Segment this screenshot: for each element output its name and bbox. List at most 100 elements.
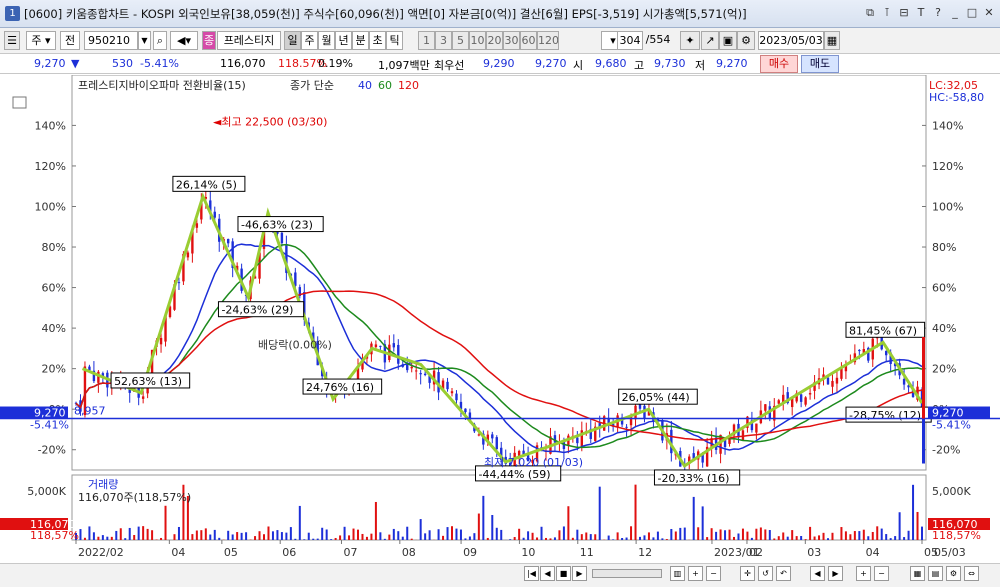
volume-bar <box>446 527 449 540</box>
period-button-second[interactable]: 초 <box>369 31 386 50</box>
settings-icon[interactable]: ⚙ <box>737 31 755 50</box>
period-button-month[interactable]: 월 <box>318 31 335 50</box>
code-input[interactable]: 950210 <box>84 31 138 50</box>
stop-icon[interactable]: ■ <box>556 566 571 581</box>
volume-bar <box>755 528 758 540</box>
window-title: [0600] 키움종합차트 - KOSPI 외국인보유[38,059(천)] 주… <box>24 7 747 21</box>
tools-icon[interactable]: ✦ <box>680 31 700 50</box>
volume-bar <box>392 528 395 540</box>
volume-bar <box>451 526 453 540</box>
layout-icon[interactable]: ▦ <box>910 566 925 581</box>
volume-bar <box>831 532 834 540</box>
period-button-minute[interactable]: 분 <box>352 31 369 50</box>
calendar-icon[interactable]: ▦ <box>824 31 840 50</box>
zoom-in-icon[interactable]: + <box>688 566 703 581</box>
volume-bar <box>97 536 100 540</box>
x-tick-label: 06 <box>282 546 296 559</box>
candle-body <box>446 381 449 390</box>
config-icon[interactable]: ⚙ <box>946 566 961 581</box>
price-chart[interactable]: 프레스티지바이오파마 전환비율(15) 종가 단순 40 60 120 LC:32,05H… <box>0 74 1000 565</box>
volume-bar <box>258 531 261 540</box>
chart-area[interactable]: 프레스티지바이오파마 전환비율(15) 종가 단순 40 60 120 LC:32,05 H… <box>0 74 1000 565</box>
y-tick-label-right: 140% <box>932 119 963 132</box>
candle-body <box>831 380 834 387</box>
y-tick-label-left: 80% <box>42 241 66 254</box>
interval-button-5[interactable]: 5 <box>452 31 469 50</box>
scroll-next-icon[interactable]: ▶ <box>572 566 587 581</box>
prev-page-icon[interactable]: ◀ <box>810 566 825 581</box>
stock-name-field[interactable]: 프레스티지 <box>217 31 281 50</box>
zoom-out-icon[interactable]: − <box>706 566 721 581</box>
count-input[interactable]: 304 <box>617 31 643 50</box>
code-dropdown-icon[interactable]: ▼ <box>138 31 151 50</box>
period-button-day[interactable]: 일 <box>284 31 301 50</box>
volume: 116,070 <box>220 57 266 70</box>
volume-bar <box>298 505 301 540</box>
scroll-first-icon[interactable]: |◀ <box>524 566 539 581</box>
pin-icon[interactable]: ⊺ <box>880 6 894 21</box>
volume-bar <box>459 529 462 540</box>
volume-bar <box>325 529 328 540</box>
volume-bar <box>267 526 270 540</box>
interval-button-20[interactable]: 20 <box>486 31 503 50</box>
interval-button-1[interactable]: 1 <box>418 31 435 50</box>
volume-bar <box>612 539 615 540</box>
volume-bar <box>254 536 257 540</box>
volume-bar <box>473 533 476 540</box>
remove-icon[interactable]: − <box>874 566 889 581</box>
volume-bar <box>741 528 744 540</box>
legend-ma-40: 40 <box>358 79 372 92</box>
period-button-week[interactable]: 주 <box>301 31 318 50</box>
interval-button-120[interactable]: 120 <box>537 31 559 50</box>
turnover: 0.19% <box>318 57 353 70</box>
volume-bar <box>571 537 574 540</box>
volume-bar <box>665 539 668 540</box>
chart-type-icon[interactable]: ▥ <box>670 566 685 581</box>
volume-pct-right: 118,57% <box>932 529 981 542</box>
volume-tick-right: 5,000K <box>932 485 971 498</box>
volume-bar <box>410 538 413 540</box>
scroll-prev-icon[interactable]: ◀ <box>540 566 555 581</box>
date-input[interactable]: 2023/05/03 <box>758 31 824 50</box>
link-icon[interactable]: ⧉ <box>863 6 877 21</box>
interval-button-3[interactable]: 3 <box>435 31 452 50</box>
prev-button[interactable]: 전 <box>60 31 80 50</box>
next-page-icon[interactable]: ▶ <box>828 566 843 581</box>
maximize-icon[interactable]: □ <box>965 6 979 21</box>
period-select[interactable]: 주 ▾ <box>26 31 56 50</box>
trend-icon[interactable]: ↗ <box>701 31 719 50</box>
candle-body <box>177 282 181 284</box>
volume-bar <box>921 526 923 540</box>
volume-bar <box>885 534 888 540</box>
sell-button[interactable]: 매도 <box>801 55 839 73</box>
grid-icon[interactable]: ▤ <box>928 566 943 581</box>
reset-icon[interactable]: ↺ <box>758 566 773 581</box>
search-icon[interactable]: ⌕ <box>153 31 167 50</box>
volume-bar <box>155 539 158 540</box>
interval-button-30[interactable]: 30 <box>503 31 520 50</box>
menu-icon[interactable]: ☰ <box>4 31 20 50</box>
speaker-icon[interactable]: ◀▾ <box>170 31 198 50</box>
volume-bar <box>912 484 915 540</box>
candle-body <box>804 397 807 405</box>
minimize-icon[interactable]: _ <box>948 6 962 21</box>
candle-body <box>808 393 812 395</box>
close-icon[interactable]: ✕ <box>982 6 996 21</box>
crosshair-icon[interactable]: ✛ <box>740 566 755 581</box>
add-icon[interactable]: + <box>856 566 871 581</box>
period-button-year[interactable]: 년 <box>335 31 352 50</box>
period-button-tick[interactable]: 틱 <box>386 31 403 50</box>
interval-button-60[interactable]: 60 <box>520 31 537 50</box>
help-icon[interactable]: ? <box>931 6 945 21</box>
window-mode-icon[interactable]: ⊟ <box>897 6 911 21</box>
candle-body <box>835 377 839 384</box>
scroll-track[interactable] <box>592 569 662 578</box>
interval-button-10[interactable]: 10 <box>469 31 486 50</box>
buy-button[interactable]: 매수 <box>760 55 798 73</box>
expand-icon[interactable]: ⇔ <box>964 566 979 581</box>
volume-bar <box>477 513 480 540</box>
undo-icon[interactable]: ↶ <box>776 566 791 581</box>
volume-bar <box>549 538 552 540</box>
font-size-icon[interactable]: T <box>914 6 928 21</box>
save-icon[interactable]: ▣ <box>719 31 737 50</box>
